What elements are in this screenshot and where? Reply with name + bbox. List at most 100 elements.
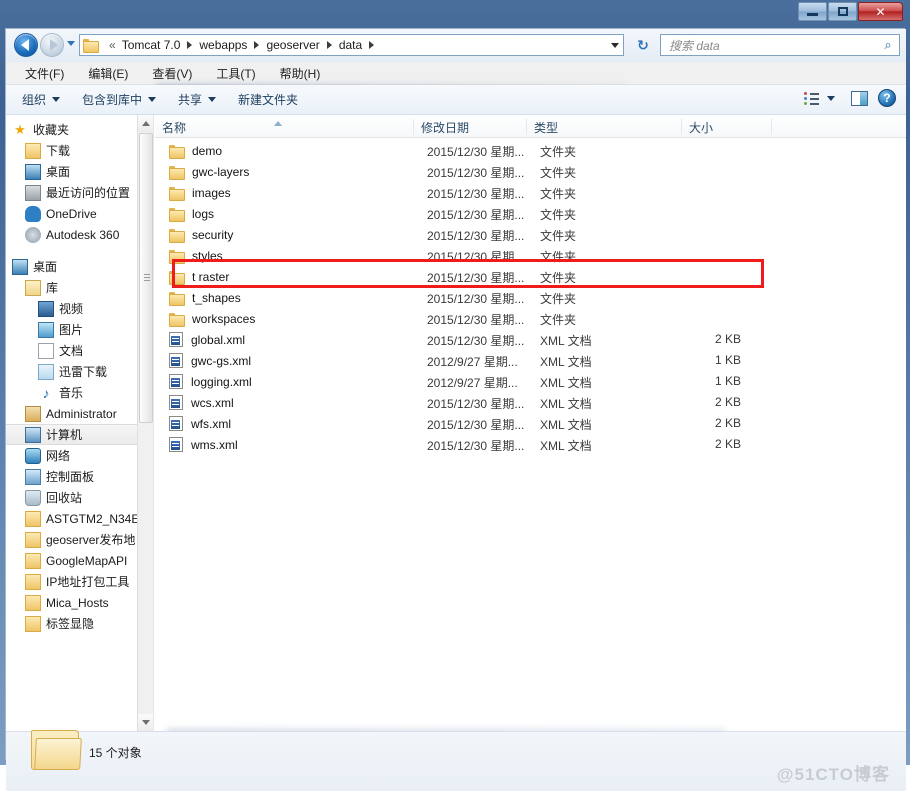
- menu-item-file[interactable]: 文件(F): [22, 63, 67, 84]
- sidebar-item-9[interactable]: 视频: [6, 298, 153, 319]
- chevron-right-icon[interactable]: [326, 41, 332, 49]
- file-name-cell[interactable]: t_shapes: [169, 287, 241, 308]
- sidebar-item-21[interactable]: GoogleMapAPI: [6, 550, 153, 571]
- table-row[interactable]: demo 2015/12/30 星期... 文件夹: [155, 140, 906, 161]
- file-type-cell: XML 文档: [540, 418, 592, 432]
- table-row[interactable]: t_shapes 2015/12/30 星期... 文件夹: [155, 287, 906, 308]
- chevron-down-icon: [148, 97, 157, 102]
- sidebar-item-4[interactable]: OneDrive: [6, 203, 153, 224]
- search-box[interactable]: 搜索 data ⌕: [660, 34, 900, 56]
- sidebar-item-10[interactable]: 图片: [6, 319, 153, 340]
- file-name-cell[interactable]: wms.xml: [169, 434, 238, 455]
- maximize-button[interactable]: [828, 2, 857, 21]
- sidebar-item-3[interactable]: 最近访问的位置: [6, 182, 153, 203]
- search-icon[interactable]: ⌕: [877, 37, 899, 53]
- file-name-cell[interactable]: logs: [169, 203, 214, 224]
- sidebar-item-1[interactable]: 下载: [6, 140, 153, 161]
- sidebar-item-13[interactable]: ♪ 音乐: [6, 382, 153, 403]
- sidebar-item-12[interactable]: 迅雷下载: [6, 361, 153, 382]
- menu-bar: 文件(F) 编辑(E) 查看(V) 工具(T) 帮助(H): [6, 62, 906, 85]
- file-name-cell[interactable]: gwc-gs.xml: [169, 350, 251, 371]
- share-label: 共享: [178, 93, 203, 107]
- file-name-cell[interactable]: wcs.xml: [169, 392, 234, 413]
- chevron-down-icon[interactable]: [611, 43, 619, 48]
- table-row[interactable]: gwc-layers 2015/12/30 星期... 文件夹: [155, 161, 906, 182]
- sidebar-item-22[interactable]: IP地址打包工具: [6, 571, 153, 592]
- recent-pages-icon[interactable]: [67, 41, 75, 46]
- new-folder-button[interactable]: 新建文件夹: [238, 91, 298, 108]
- sidebar-item-15[interactable]: 计算机: [6, 424, 153, 445]
- sidebar-item-5[interactable]: Autodesk 360: [6, 224, 153, 245]
- include-in-library-button[interactable]: 包含到库中: [82, 91, 157, 108]
- sidebar-item-14[interactable]: Administrator: [6, 403, 153, 424]
- file-name-cell[interactable]: wfs.xml: [169, 413, 231, 434]
- file-name-cell[interactable]: security: [169, 224, 233, 245]
- menu-item-edit[interactable]: 编辑(E): [85, 63, 131, 84]
- column-header-name[interactable]: 名称: [155, 119, 413, 135]
- table-row[interactable]: global.xml 2015/12/30 星期... XML 文档 2 KB: [155, 329, 906, 350]
- sidebar-item-23[interactable]: Mica_Hosts: [6, 592, 153, 613]
- table-row[interactable]: logs 2015/12/30 星期... 文件夹: [155, 203, 906, 224]
- close-button[interactable]: ✕: [858, 2, 903, 21]
- refresh-icon[interactable]: ↻: [632, 35, 654, 55]
- back-arrow-icon[interactable]: [14, 33, 38, 57]
- sidebar-item-20[interactable]: geoserver发布地: [6, 529, 153, 550]
- table-row[interactable]: wcs.xml 2015/12/30 星期... XML 文档 2 KB: [155, 392, 906, 413]
- sidebar-item-16[interactable]: 网络: [6, 445, 153, 466]
- file-name-cell[interactable]: t raster: [169, 266, 229, 287]
- menu-item-tools[interactable]: 工具(T): [213, 63, 258, 84]
- file-name-cell[interactable]: global.xml: [169, 329, 245, 350]
- breadcrumb-item-1[interactable]: webapps: [196, 37, 250, 53]
- share-button[interactable]: 共享: [178, 91, 217, 108]
- sidebar-item-18[interactable]: 回收站: [6, 487, 153, 508]
- file-name-cell[interactable]: styles: [169, 245, 223, 266]
- menu-item-help[interactable]: 帮助(H): [277, 63, 324, 84]
- file-name-cell[interactable]: gwc-layers: [169, 161, 249, 182]
- table-row[interactable]: wms.xml 2015/12/30 星期... XML 文档 2 KB: [155, 434, 906, 455]
- search-input[interactable]: 搜索 data: [661, 37, 877, 54]
- help-icon[interactable]: ?: [878, 89, 896, 107]
- sidebar-item-7[interactable]: 桌面: [6, 256, 153, 277]
- file-name-cell[interactable]: workspaces: [169, 308, 255, 329]
- sidebar-item-24[interactable]: 标签显隐: [6, 613, 153, 634]
- sidebar-item-19[interactable]: ASTGTM2_N34E: [6, 508, 153, 529]
- chevron-down-icon[interactable]: [827, 95, 835, 101]
- sidebar-item-11[interactable]: 文档: [6, 340, 153, 361]
- forward-arrow-icon[interactable]: [40, 33, 64, 57]
- sidebar-item-17[interactable]: 控制面板: [6, 466, 153, 487]
- navigation-pane-scrollbar[interactable]: [137, 115, 153, 731]
- table-row[interactable]: workspaces 2015/12/30 星期... 文件夹: [155, 308, 906, 329]
- view-options-icon[interactable]: [802, 89, 822, 107]
- table-row[interactable]: security 2015/12/30 星期... 文件夹: [155, 224, 906, 245]
- chevron-right-icon[interactable]: [187, 41, 193, 49]
- breadcrumb-overflow[interactable]: «: [109, 38, 116, 52]
- table-row[interactable]: gwc-gs.xml 2012/9/27 星期... XML 文档 1 KB: [155, 350, 906, 371]
- address-bar[interactable]: « Tomcat 7.0 webapps geoserver data: [79, 34, 624, 56]
- file-name-cell[interactable]: logging.xml: [169, 371, 252, 392]
- breadcrumb-item-3[interactable]: data: [336, 37, 365, 53]
- table-row[interactable]: logging.xml 2012/9/27 星期... XML 文档 1 KB: [155, 371, 906, 392]
- breadcrumb-item-2[interactable]: geoserver: [263, 37, 322, 53]
- sidebar-item-8[interactable]: 库: [6, 277, 153, 298]
- preview-pane-icon[interactable]: [851, 90, 868, 106]
- menu-item-view[interactable]: 查看(V): [149, 63, 195, 84]
- organize-button[interactable]: 组织: [22, 91, 61, 108]
- minimize-button[interactable]: [798, 2, 827, 21]
- breadcrumb-item-0[interactable]: Tomcat 7.0: [119, 37, 184, 53]
- table-row[interactable]: wfs.xml 2015/12/30 星期... XML 文档 2 KB: [155, 413, 906, 434]
- chevron-right-icon[interactable]: [369, 41, 375, 49]
- file-name-cell[interactable]: demo: [169, 140, 222, 161]
- sidebar-item-2[interactable]: 桌面: [6, 161, 153, 182]
- column-header-date[interactable]: 修改日期: [413, 119, 526, 135]
- file-name-cell[interactable]: images: [169, 182, 231, 203]
- chevron-right-icon[interactable]: [254, 41, 260, 49]
- table-row[interactable]: styles 2015/12/30 星期... 文件夹: [155, 245, 906, 266]
- table-row[interactable]: t raster 2015/12/30 星期... 文件夹: [155, 266, 906, 287]
- table-row[interactable]: images 2015/12/30 星期... 文件夹: [155, 182, 906, 203]
- scrollbar-thumb[interactable]: [139, 133, 153, 423]
- scroll-up-icon[interactable]: [138, 115, 153, 132]
- column-header-type[interactable]: 类型: [526, 119, 681, 135]
- sidebar-item-0[interactable]: ★ 收藏夹: [6, 119, 153, 140]
- column-header-size[interactable]: 大小: [681, 119, 771, 135]
- scroll-down-icon[interactable]: [138, 714, 153, 731]
